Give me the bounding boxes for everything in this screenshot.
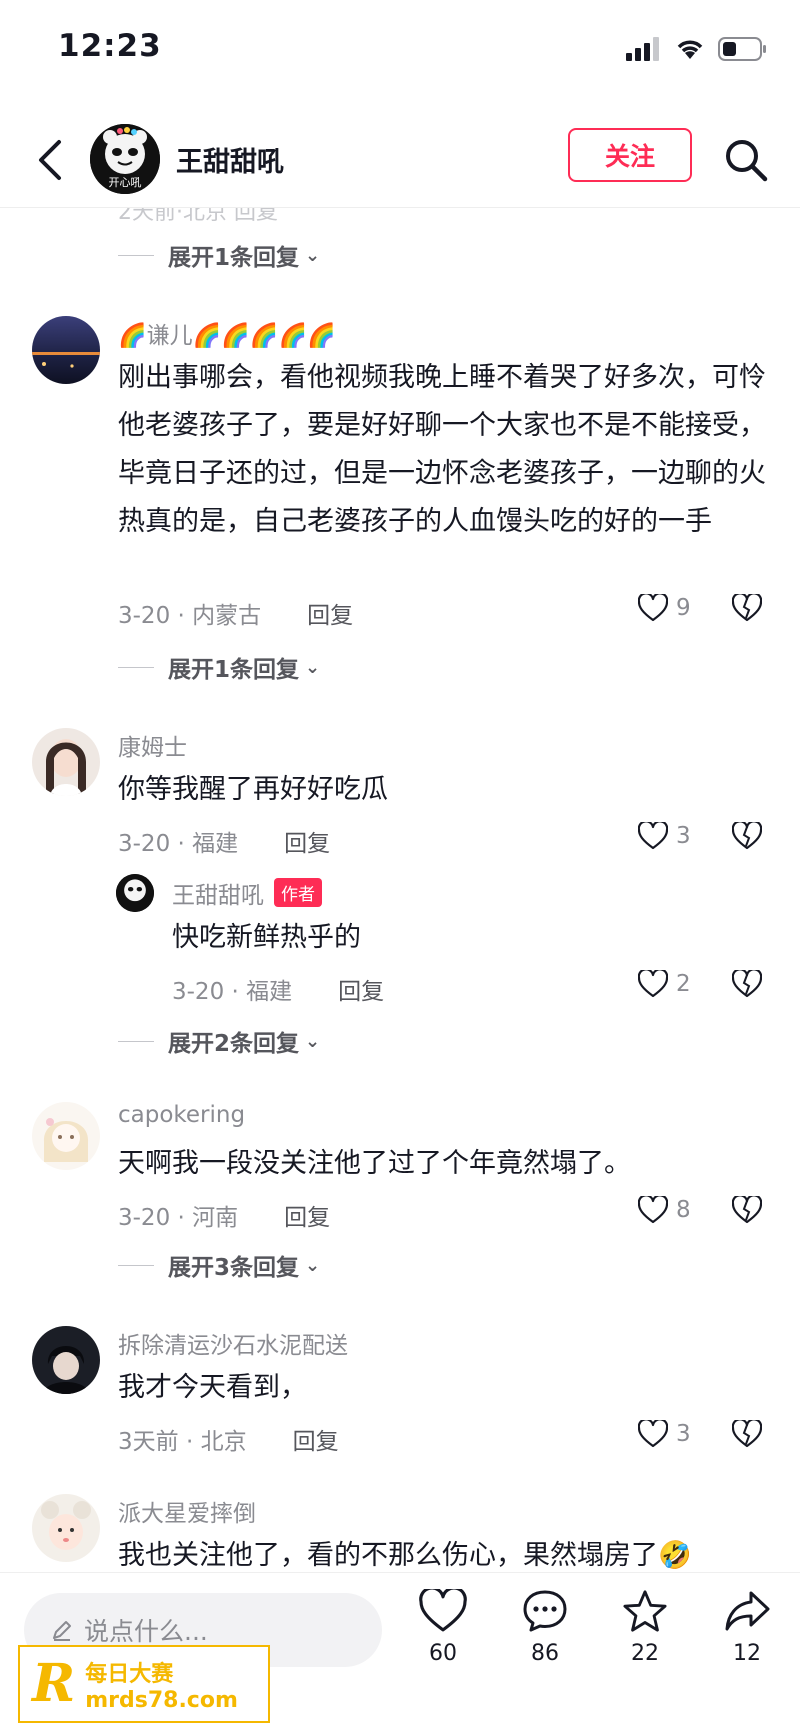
comment-username[interactable]: 拆除清运沙石水泥配送 bbox=[118, 1326, 348, 1360]
avatar[interactable] bbox=[32, 1494, 100, 1562]
battery-icon bbox=[718, 37, 766, 61]
comment-total: 86 bbox=[531, 1641, 559, 1666]
signal-icon bbox=[626, 37, 659, 61]
status-bar: 12:23 bbox=[0, 0, 800, 100]
heart-icon bbox=[638, 970, 668, 998]
comment-text: 刚出事哪会，看他视频我晚上睡不着哭了好多次，可怜他老婆孩子了，要是好好聊一个大家… bbox=[118, 362, 766, 537]
follow-button[interactable]: 关注 bbox=[568, 128, 692, 182]
comment-time-location: 3-20 · 河南 bbox=[118, 1205, 239, 1231]
reply-button[interactable]: 回复 bbox=[284, 831, 330, 857]
expand-replies-button[interactable]: 展开3条回复 ⌄ bbox=[118, 1248, 320, 1282]
pencil-icon bbox=[53, 1621, 71, 1641]
expand-replies-button[interactable]: 展开1条回复 ⌄ bbox=[118, 650, 320, 684]
heart-icon bbox=[419, 1586, 467, 1632]
search-button[interactable] bbox=[722, 136, 770, 184]
broken-heart-icon bbox=[731, 1418, 763, 1448]
dislike-button[interactable] bbox=[731, 592, 763, 626]
avatar[interactable] bbox=[32, 316, 100, 384]
heart-icon bbox=[638, 1196, 668, 1224]
expand-replies-button[interactable]: 展开2条回复 ⌄ bbox=[118, 1024, 320, 1058]
status-icons bbox=[626, 36, 768, 62]
comment-text: 我才今天看到， bbox=[118, 1372, 307, 1403]
reply-avatar[interactable] bbox=[116, 874, 154, 912]
comment-username[interactable]: 🌈谦儿🌈🌈🌈🌈🌈 bbox=[118, 316, 336, 350]
comment-meta: 3-20 · 河南 回复 bbox=[118, 1198, 330, 1232]
reply-username[interactable]: 王甜甜吼 作者 bbox=[172, 876, 322, 910]
star-icon bbox=[623, 1590, 667, 1632]
avatar[interactable] bbox=[32, 728, 100, 796]
comment-meta: 3-20 · 内蒙古 回复 bbox=[118, 596, 353, 630]
share-total: 12 bbox=[733, 1641, 761, 1666]
like-button[interactable]: 9 bbox=[638, 594, 691, 622]
search-icon bbox=[726, 140, 768, 182]
comment-text: 你等我醒了再好好吃瓜 bbox=[118, 774, 388, 805]
reply-button[interactable]: 回复 bbox=[293, 1429, 339, 1455]
comment-meta: 3-20 · 福建 回复 bbox=[118, 824, 330, 858]
like-button[interactable]: 3 bbox=[638, 1420, 691, 1448]
comment-time-location: 3-20 · 内蒙古 bbox=[118, 603, 262, 629]
avatar[interactable] bbox=[32, 1102, 100, 1170]
like-video-button[interactable]: 60 bbox=[408, 1586, 478, 1666]
comment-meta: 3天前 · 北京 回复 bbox=[118, 1422, 339, 1456]
reply-button[interactable]: 回复 bbox=[338, 979, 384, 1005]
dislike-button[interactable] bbox=[731, 1418, 763, 1452]
avatar[interactable] bbox=[32, 1326, 100, 1394]
comment-username[interactable]: 派大星爱摔倒 bbox=[118, 1494, 256, 1528]
watermark-text: 每日大赛 mrds78.com bbox=[85, 1661, 238, 1713]
favorite-total: 22 bbox=[631, 1641, 659, 1666]
broken-heart-icon bbox=[731, 1194, 763, 1224]
comment-icon bbox=[523, 1590, 567, 1632]
profile-name[interactable]: 王甜甜吼 bbox=[176, 140, 284, 179]
favorite-button[interactable]: 22 bbox=[610, 1589, 680, 1666]
reply-button[interactable]: 回复 bbox=[284, 1205, 330, 1231]
chevron-down-icon: ⌄ bbox=[305, 656, 321, 678]
heart-icon bbox=[638, 1420, 668, 1448]
header: 开心吼 王甜甜吼 关注 bbox=[0, 112, 800, 208]
chevron-down-icon: ⌄ bbox=[305, 1030, 321, 1052]
watermark-logo: R 每日大赛 mrds78.com bbox=[18, 1645, 270, 1723]
share-icon bbox=[725, 1591, 770, 1631]
comment-username[interactable]: 康姆士 bbox=[118, 728, 187, 762]
back-icon bbox=[39, 140, 61, 180]
broken-heart-icon bbox=[731, 820, 763, 850]
author-badge: 作者 bbox=[274, 878, 322, 907]
watermark-r-logo: R bbox=[32, 1653, 76, 1714]
like-button[interactable]: 8 bbox=[638, 1196, 691, 1224]
like-button[interactable]: 3 bbox=[638, 822, 691, 850]
reply-text: 快吃新鲜热乎的 bbox=[172, 922, 361, 953]
svg-text:开心吼: 开心吼 bbox=[109, 176, 142, 189]
dislike-button[interactable] bbox=[731, 1194, 763, 1228]
broken-heart-icon bbox=[731, 968, 763, 998]
like-count: 3 bbox=[676, 823, 691, 849]
back-button[interactable] bbox=[30, 136, 70, 184]
share-button[interactable]: 12 bbox=[712, 1589, 782, 1666]
dislike-button[interactable] bbox=[731, 968, 763, 1002]
comment-username[interactable]: capokering bbox=[118, 1102, 245, 1128]
like-count: 3 bbox=[676, 1421, 691, 1447]
comment-time-location: 3-20 · 福建 bbox=[118, 831, 239, 857]
status-time: 12:23 bbox=[58, 28, 162, 64]
expand-replies-button[interactable]: 展开1条回复 ⌄ bbox=[118, 238, 320, 272]
comment-button[interactable]: 86 bbox=[510, 1589, 580, 1666]
wifi-icon bbox=[677, 40, 703, 59]
broken-heart-icon bbox=[731, 592, 763, 622]
reply-meta: 3-20 · 福建 回复 bbox=[172, 979, 385, 1005]
comment-input-placeholder: 说点什么... bbox=[84, 1617, 208, 1646]
like-count: 2 bbox=[676, 971, 691, 997]
comment-text: 天啊我一段没关注他了过了个年竟然塌了。 bbox=[118, 1148, 631, 1179]
heart-icon bbox=[638, 822, 668, 850]
like-total: 60 bbox=[429, 1641, 457, 1666]
chevron-down-icon: ⌄ bbox=[305, 244, 321, 266]
heart-icon bbox=[638, 594, 668, 622]
like-count: 8 bbox=[676, 1197, 691, 1223]
dislike-button[interactable] bbox=[731, 820, 763, 854]
comment-time-location: 3天前 · 北京 bbox=[118, 1429, 247, 1455]
chevron-down-icon: ⌄ bbox=[305, 1254, 321, 1276]
like-count: 9 bbox=[676, 595, 691, 621]
header-avatar[interactable]: 开心吼 bbox=[90, 124, 160, 194]
like-button[interactable]: 2 bbox=[638, 970, 691, 998]
reply-button[interactable]: 回复 bbox=[307, 603, 353, 629]
